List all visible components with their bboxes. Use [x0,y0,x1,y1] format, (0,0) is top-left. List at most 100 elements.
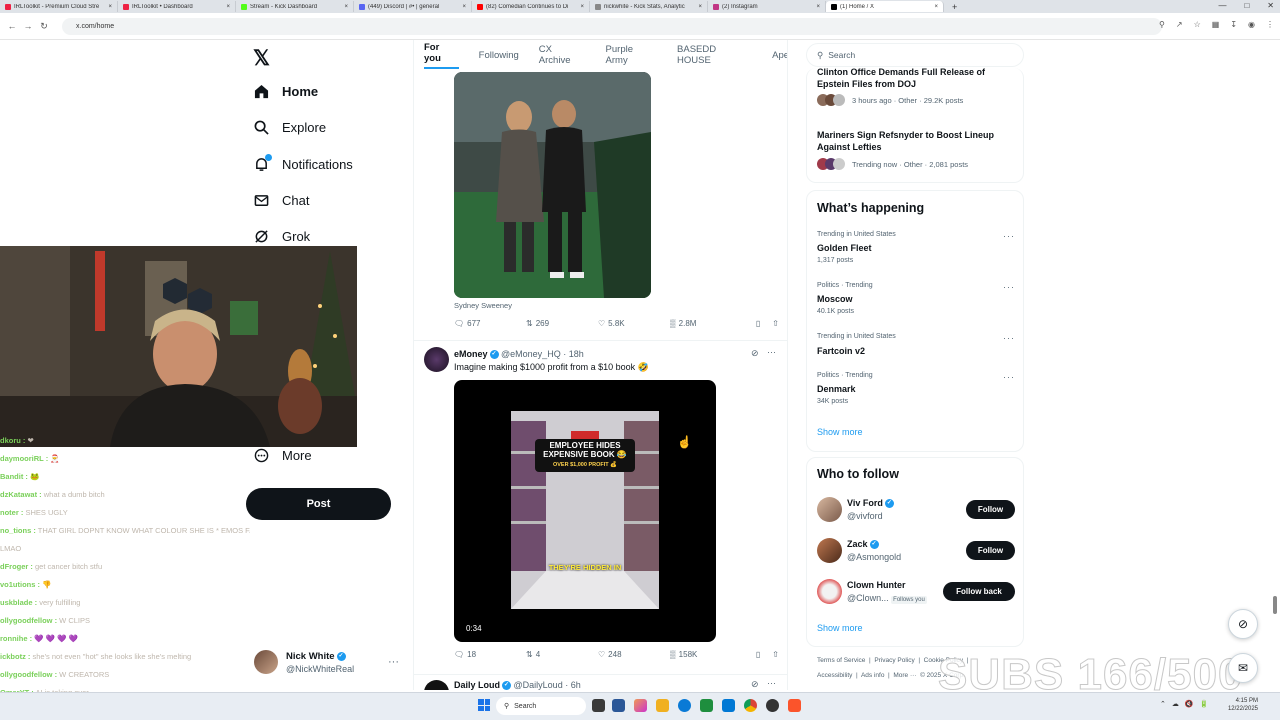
browser-tab[interactable]: IRLToolkit - Premium Cloud Stre × [0,1,118,12]
close-icon[interactable]: ✕ [1267,1,1274,10]
follow-button[interactable]: Follow [966,500,1015,519]
news-item[interactable]: Clinton Office Demands Full Release of Ep… [817,66,985,90]
more-circle-icon [254,448,269,463]
nav-more[interactable]: More [254,448,312,463]
file-explorer-icon[interactable] [612,699,625,712]
repost-button[interactable]: ⇅ 269 [526,319,598,328]
x-logo[interactable]: 𝕏 [253,46,270,71]
windows-start-icon[interactable] [478,699,490,711]
video-player[interactable]: EMPLOYEE HIDES EXPENSIVE BOOK 😂 OVER $1,0… [454,380,716,642]
system-tray-icons[interactable]: ⌃☁🔇🔋 [1160,700,1214,708]
browser-tab[interactable]: nickwhite - Kick Stats, Analytic × [590,1,708,12]
close-tab-icon[interactable]: × [934,4,938,10]
messages-float-button[interactable]: ✉ [1228,653,1258,683]
browser-tab[interactable]: (82) Comedian Continues to Di × [472,1,590,12]
views-button[interactable]: ▒ 158K [670,650,742,659]
nav-explore[interactable]: Explore [254,120,326,135]
tab-purple-army[interactable]: Purple Army [606,44,657,66]
tweet-author[interactable]: Daily Loud ✓ @DailyLoud · 6h [454,680,581,690]
search-box[interactable]: ⚲ Search [806,43,1024,67]
window-controls[interactable]: — □ ✕ [1218,1,1274,10]
obs-icon[interactable] [766,699,779,712]
follow-button[interactable]: Follow [966,541,1015,560]
forward-icon[interactable]: → [20,21,36,31]
tweet[interactable]: Daily Loud ✓ @DailyLoud · 6h ⊘ ··· [414,674,787,690]
reply-button[interactable]: 🗨 677 [454,319,526,328]
account-switcher[interactable]: Nick White ✓ @NickWhiteReal ··· [254,650,404,678]
bookmark-icon[interactable]: ▯ [756,650,760,659]
nav-notifications[interactable]: Notifications [254,154,353,172]
chrome-icon[interactable] [744,699,757,712]
reply-button[interactable]: 🗨 18 [454,650,526,659]
nav-chat[interactable]: Chat [254,193,309,208]
ellipsis-icon[interactable]: ··· [767,678,776,688]
close-tab-icon[interactable]: × [462,4,466,10]
menu-icon[interactable]: ⋮ [1266,20,1274,29]
tab-cx-archive[interactable]: CX Archive [539,44,586,66]
close-tab-icon[interactable]: × [226,4,230,10]
nav-home[interactable]: Home [254,84,318,99]
ellipsis-icon[interactable]: ··· [1003,282,1015,292]
post-image[interactable] [454,72,651,298]
grok-icon[interactable]: ⊘ [751,679,759,690]
brave-icon[interactable] [788,699,801,712]
browser-tab[interactable]: (2) Instagram × [708,1,826,12]
grok-float-button[interactable]: ⊘ [1228,609,1258,639]
store-icon[interactable] [700,699,713,712]
tab-for-you[interactable]: For you [424,42,459,69]
browser-tab[interactable]: (449) Discord | #• | general × [354,1,472,12]
url-field[interactable]: x.com/home [62,18,1162,35]
like-button[interactable]: ♡ 248 [598,650,670,659]
close-tab-icon[interactable]: × [816,4,820,10]
bookmark-icon[interactable]: ▯ [756,319,760,328]
maximize-icon[interactable]: □ [1244,1,1249,10]
nav-grok[interactable]: Grok [254,229,310,244]
browser-tab[interactable]: (1) Home / X × [826,1,944,12]
show-more-link[interactable]: Show more [817,623,863,633]
app-icon[interactable] [722,699,735,712]
close-tab-icon[interactable]: × [580,4,584,10]
views-button[interactable]: ▒ 2.8M [670,319,742,328]
repost-button[interactable]: ⇅ 4 [526,650,598,659]
ellipsis-icon[interactable]: ··· [1003,333,1015,343]
search-input[interactable]: Search [828,50,855,60]
taskbar-search[interactable]: ⚲ Search [496,697,586,715]
profile-icon[interactable]: ◉ [1248,20,1255,29]
extensions-icon[interactable]: ▦ [1212,20,1220,29]
post-button[interactable]: Post [246,488,391,520]
taskbar-clock[interactable]: 4:15 PM 12/22/2025 [1228,697,1258,713]
new-tab-icon[interactable]: + [952,2,957,12]
edge-icon[interactable] [678,699,691,712]
share-icon[interactable]: ⇧ [772,650,779,659]
share-icon[interactable]: ⇧ [772,319,779,328]
like-button[interactable]: ♡ 5.8K [598,319,670,328]
zoom-icon[interactable]: ⚲ [1159,20,1165,29]
copilot-icon[interactable] [634,699,647,712]
close-tab-icon[interactable]: × [108,4,112,10]
tab-following[interactable]: Following [479,50,519,61]
tweet-author[interactable]: eMoney ✓ @eMoney_HQ · 18h [454,349,584,360]
download-icon[interactable]: ↧ [1230,20,1237,29]
tab-basedd-house[interactable]: BASEDD HOUSE [677,44,752,66]
minimize-icon[interactable]: — [1218,1,1226,10]
browser-tab[interactable]: Stream - Kick Dashboard × [236,1,354,12]
ellipsis-icon[interactable]: ··· [388,656,399,668]
taskview-icon[interactable] [592,699,605,712]
close-tab-icon[interactable]: × [344,4,348,10]
share-icon[interactable]: ↗ [1176,20,1183,29]
back-icon[interactable]: ← [4,21,20,31]
show-more-link[interactable]: Show more [817,427,863,437]
grok-icon[interactable]: ⊘ [751,348,759,359]
browser-tab[interactable]: IRLToolkit • Dashboard × [118,1,236,12]
ellipsis-icon[interactable]: ··· [767,347,776,357]
scrollbar[interactable] [1273,596,1277,614]
follow-back-button[interactable]: Follow back [943,582,1015,601]
news-item[interactable]: Mariners Sign Refsnyder to Boost Lineup A… [817,129,994,153]
close-tab-icon[interactable]: × [698,4,702,10]
ellipsis-icon[interactable]: ··· [1003,231,1015,241]
reload-icon[interactable]: ↻ [36,21,52,32]
ellipsis-icon[interactable]: ··· [1003,372,1015,382]
folder-icon[interactable] [656,699,669,712]
tab-ape[interactable]: Ape [772,50,787,61]
bookmark-star-icon[interactable]: ☆ [1194,20,1201,29]
